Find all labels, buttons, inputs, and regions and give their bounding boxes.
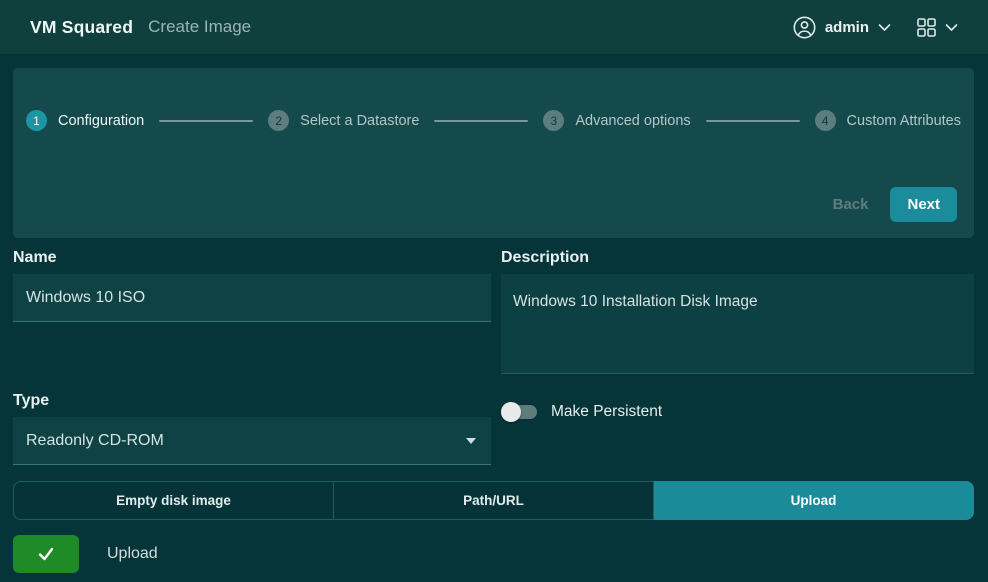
user-name: admin	[825, 19, 869, 36]
chevron-down-icon	[945, 23, 958, 32]
step-connector	[706, 120, 800, 122]
tab-empty-disk-image[interactable]: Empty disk image	[13, 481, 334, 520]
upload-row: Upload	[13, 535, 974, 573]
step-number-badge: 3	[543, 110, 564, 131]
step-number-badge: 4	[815, 110, 836, 131]
step-label: Configuration	[58, 113, 144, 129]
persistent-label: Make Persistent	[551, 403, 662, 421]
apps-menu-button[interactable]	[917, 18, 958, 37]
step-connector	[434, 120, 528, 122]
step-label: Custom Attributes	[847, 113, 961, 129]
step-configuration[interactable]: 1 Configuration	[26, 110, 144, 131]
check-icon	[35, 545, 57, 563]
wizard-nav: Back Next	[833, 187, 957, 222]
brand-title: VM Squared	[30, 17, 133, 38]
wizard-card: 1 Configuration 2 Select a Datastore 3 A…	[13, 68, 974, 238]
upload-row-label: Upload	[107, 545, 158, 563]
upload-file-button[interactable]	[13, 535, 79, 573]
persistent-toggle-row: Make Persistent	[501, 400, 974, 424]
form-right-column: Description Windows 10 Installation Disk…	[501, 238, 974, 465]
wizard-stepper: 1 Configuration 2 Select a Datastore 3 A…	[26, 68, 961, 131]
image-form: Name Type Readonly CD-ROM Description Wi…	[13, 238, 974, 465]
step-label: Advanced options	[575, 113, 690, 129]
back-button[interactable]: Back	[833, 196, 869, 213]
main-content: 1 Configuration 2 Select a Datastore 3 A…	[0, 54, 988, 573]
page-title: Create Image	[148, 17, 251, 37]
tab-upload[interactable]: Upload	[654, 481, 974, 520]
tab-path-url[interactable]: Path/URL	[334, 481, 654, 520]
step-number-badge: 1	[26, 110, 47, 131]
name-input[interactable]	[13, 274, 491, 322]
step-number-badge: 2	[268, 110, 289, 131]
type-select-value: Readonly CD-ROM	[26, 432, 466, 450]
form-left-column: Name Type Readonly CD-ROM	[13, 238, 491, 465]
description-textarea[interactable]: Windows 10 Installation Disk Image	[501, 274, 974, 374]
toggle-knob	[501, 402, 521, 422]
step-select-datastore[interactable]: 2 Select a Datastore	[268, 110, 419, 131]
user-avatar-icon	[793, 16, 816, 39]
step-advanced-options[interactable]: 3 Advanced options	[543, 110, 690, 131]
step-custom-attributes[interactable]: 4 Custom Attributes	[815, 110, 961, 131]
chevron-down-icon	[878, 23, 891, 32]
next-button[interactable]: Next	[890, 187, 957, 222]
type-label: Type	[13, 392, 491, 411]
persistent-toggle[interactable]	[501, 400, 539, 424]
topbar-right: admin	[793, 16, 958, 39]
type-select[interactable]: Readonly CD-ROM	[13, 417, 491, 465]
step-connector	[159, 120, 253, 122]
image-source-tabs: Empty disk image Path/URL Upload	[13, 481, 974, 520]
caret-down-icon	[466, 438, 476, 444]
topbar: VM Squared Create Image admin	[0, 0, 988, 54]
step-label: Select a Datastore	[300, 113, 419, 129]
user-menu-button[interactable]: admin	[793, 16, 891, 39]
grid-icon	[917, 18, 936, 37]
name-label: Name	[13, 249, 491, 268]
description-label: Description	[501, 249, 974, 268]
